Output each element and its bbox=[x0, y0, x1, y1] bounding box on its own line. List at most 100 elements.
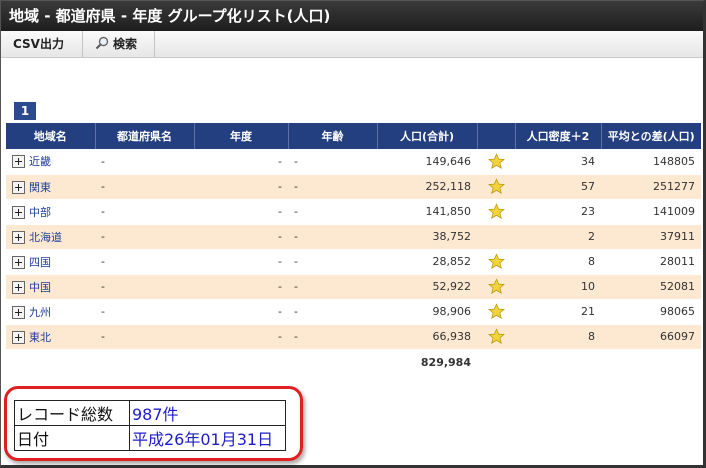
region-link[interactable]: 関東 bbox=[29, 181, 51, 194]
expand-icon[interactable] bbox=[12, 180, 25, 194]
rating-cell bbox=[477, 324, 515, 350]
toolbar: CSV出力 検索 bbox=[1, 31, 703, 58]
expand-icon[interactable] bbox=[12, 230, 25, 244]
year-cell: - bbox=[194, 274, 288, 300]
column-header-age[interactable]: 年齢 bbox=[288, 123, 378, 149]
age-cell: - bbox=[288, 174, 377, 200]
diff-cell: 141009 bbox=[601, 199, 701, 225]
column-header-diff-from-average[interactable]: 平均との差(人口) bbox=[601, 123, 701, 149]
rating-cell bbox=[477, 249, 515, 275]
column-header-year[interactable]: 年度 bbox=[194, 123, 289, 149]
prefecture-cell: - bbox=[95, 274, 194, 300]
age-cell: - bbox=[288, 199, 377, 225]
population-cell: 141,850 bbox=[377, 199, 477, 225]
date-label: 日付 bbox=[14, 425, 130, 451]
region-cell: 近畿 bbox=[6, 149, 95, 175]
region-link[interactable]: 北海道 bbox=[29, 231, 62, 244]
column-header-rating bbox=[477, 123, 516, 149]
year-cell: - bbox=[194, 324, 288, 350]
diff-cell: 251277 bbox=[601, 174, 701, 200]
region-link[interactable]: 中国 bbox=[29, 281, 51, 294]
region-link[interactable]: 四国 bbox=[29, 256, 51, 269]
record-count-row: レコード総数 987件 bbox=[14, 400, 286, 426]
search-icon bbox=[95, 36, 109, 50]
window-title: 地域 - 都道府県 - 年度 グループ化リスト(人口) bbox=[1, 1, 703, 31]
prefecture-cell: - bbox=[95, 199, 194, 225]
star-icon bbox=[487, 178, 505, 194]
table-row: 四国 - - -28,852 8 28011 bbox=[6, 249, 701, 275]
rating-cell bbox=[477, 199, 515, 225]
density-cell: 34 bbox=[515, 149, 601, 175]
age-cell: - bbox=[288, 149, 377, 175]
region-cell: 北海道 bbox=[6, 224, 95, 250]
diff-cell: 52081 bbox=[601, 274, 701, 300]
population-cell: 38,752 bbox=[377, 224, 477, 250]
region-cell: 関東 bbox=[6, 174, 95, 200]
column-header-density[interactable]: 人口密度＋2 bbox=[515, 123, 602, 149]
density-cell: 8 bbox=[515, 249, 601, 275]
diff-cell: 98065 bbox=[601, 299, 701, 325]
csv-export-button[interactable]: CSV出力 bbox=[1, 31, 83, 57]
expand-icon[interactable] bbox=[12, 305, 25, 319]
star-icon bbox=[487, 203, 505, 219]
prefecture-cell: - bbox=[95, 149, 194, 175]
expand-icon[interactable] bbox=[12, 330, 25, 344]
prefecture-cell: - bbox=[95, 224, 194, 250]
region-link[interactable]: 中部 bbox=[29, 206, 51, 219]
region-cell: 四国 bbox=[6, 249, 95, 275]
table-row: 北海道 - - -38,752 2 37911 bbox=[6, 224, 701, 250]
table-row: 関東 - - -252,118 57 251277 bbox=[6, 174, 701, 200]
table-row: 近畿 - - -149,646 34 148805 bbox=[6, 149, 701, 175]
app-window: 地域 - 都道府県 - 年度 グループ化リスト(人口) CSV出力 検索 1 地… bbox=[0, 0, 706, 468]
year-cell: - bbox=[194, 149, 288, 175]
age-cell: - bbox=[288, 324, 377, 350]
prefecture-cell: - bbox=[95, 174, 194, 200]
expand-icon[interactable] bbox=[12, 155, 25, 169]
age-cell: - bbox=[288, 224, 377, 250]
region-cell: 中国 bbox=[6, 274, 95, 300]
region-cell: 中部 bbox=[6, 199, 95, 225]
region-cell: 東北 bbox=[6, 324, 95, 350]
highlighted-info-box: レコード総数 987件 日付 平成26年01月31日 bbox=[4, 386, 303, 461]
population-cell: 252,118 bbox=[377, 174, 477, 200]
expand-icon[interactable] bbox=[12, 255, 25, 269]
table-row: 中部 - - -141,850 23 141009 bbox=[6, 199, 701, 225]
density-cell: 8 bbox=[515, 324, 601, 350]
population-cell: 66,938 bbox=[377, 324, 477, 350]
density-cell: 2 bbox=[515, 224, 601, 250]
prefecture-cell: - bbox=[95, 249, 194, 275]
search-label: 検索 bbox=[113, 37, 138, 51]
rating-cell bbox=[477, 149, 515, 175]
density-cell: 23 bbox=[515, 199, 601, 225]
record-count-label: レコード総数 bbox=[14, 400, 130, 426]
year-cell: - bbox=[194, 249, 288, 275]
population-cell: 52,922 bbox=[377, 274, 477, 300]
region-link[interactable]: 近畿 bbox=[29, 155, 51, 168]
total-population: 829,984 bbox=[377, 348, 477, 376]
expand-icon[interactable] bbox=[12, 280, 25, 294]
rating-cell bbox=[477, 299, 515, 325]
population-cell: 28,852 bbox=[377, 249, 477, 275]
star-icon bbox=[487, 253, 505, 269]
date-value: 平成26年01月31日 bbox=[129, 425, 286, 451]
column-header-prefecture[interactable]: 都道府県名 bbox=[95, 123, 195, 149]
region-link[interactable]: 東北 bbox=[29, 331, 51, 344]
group-list-table: 地域名 都道府県名 年度 年齢 人口(合計) 人口密度＋2 平均との差(人口) … bbox=[6, 123, 701, 376]
prefecture-cell: - bbox=[95, 324, 194, 350]
search-button[interactable]: 検索 bbox=[83, 31, 155, 57]
region-cell: 九州 bbox=[6, 299, 95, 325]
column-header-population-total[interactable]: 人口(合計) bbox=[377, 123, 478, 149]
year-cell: - bbox=[194, 199, 288, 225]
age-cell: - bbox=[288, 299, 377, 325]
table-header-row: 地域名 都道府県名 年度 年齢 人口(合計) 人口密度＋2 平均との差(人口) bbox=[6, 123, 701, 149]
page-number-1[interactable]: 1 bbox=[14, 102, 36, 120]
star-icon bbox=[487, 328, 505, 344]
rating-cell bbox=[477, 174, 515, 200]
column-header-region[interactable]: 地域名 bbox=[6, 123, 96, 149]
expand-icon[interactable] bbox=[12, 205, 25, 219]
star-icon bbox=[487, 303, 505, 319]
population-cell: 149,646 bbox=[377, 149, 477, 175]
total-row-spacer bbox=[6, 348, 377, 376]
year-cell: - bbox=[194, 224, 288, 250]
region-link[interactable]: 九州 bbox=[29, 306, 51, 319]
